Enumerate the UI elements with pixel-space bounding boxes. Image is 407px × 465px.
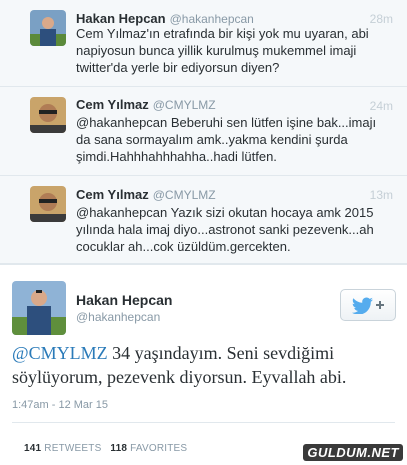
author-handle[interactable]: @CMYLMZ [153,98,216,112]
favorites-count: 118 [110,443,128,454]
author-handle[interactable]: @CMYLMZ [153,188,216,202]
favorites-label: FAVORITES [130,443,188,454]
tweet-timestamp[interactable]: 1:47am - 12 Mar 15 [12,399,108,411]
avatar[interactable] [30,97,66,133]
mention-link[interactable]: @CMYLMZ [12,343,108,363]
favorites-stat[interactable]: 118 FAVORITES [110,443,187,454]
retweets-label: RETWEETS [44,443,102,454]
main-tweet: Hakan Hepcan @hakanhepcan @CMYLMZ 34 yaş… [0,264,407,465]
tweet-time: 13m [369,188,393,202]
avatar[interactable] [30,186,66,222]
retweets-count: 141 [24,443,42,454]
retweets-stat[interactable]: 141 RETWEETS [24,443,101,454]
author-name[interactable]: Hakan Hepcan [76,292,172,308]
tweet-time: 24m [369,99,393,113]
tweet-header: Cem Yılmaz @CMYLMZ [76,187,216,202]
author-name[interactable]: Hakan Hepcan [76,11,166,26]
tweet-2[interactable]: Cem Yılmaz @CMYLMZ 24m @hakanhepcan Beber… [0,87,407,176]
avatar[interactable] [30,10,66,46]
author-handle[interactable]: @hakanhepcan [76,310,160,324]
author-name[interactable]: Cem Yılmaz [76,97,149,112]
tweet-text: @hakanhepcan Yazık sizi okutan hocaya am… [76,205,374,254]
author-name[interactable]: Cem Yılmaz [76,187,149,202]
tweet-header: Hakan Hepcan @hakanhepcan [76,11,254,26]
author-handle[interactable]: @hakanhepcan [170,12,254,26]
tweet-time: 28m [369,12,393,26]
main-tweet-text: @CMYLMZ 34 yaşındayım. Seni sevdiğimi sö… [12,341,397,389]
tweet-stats: 141 RETWEETS 118 FAVORITES [24,443,187,454]
avatar[interactable] [12,281,66,335]
divider [12,422,395,423]
follow-bird-plus-icon [352,297,384,314]
tweet-3[interactable]: Cem Yılmaz @CMYLMZ 13m @hakanhepcan Yazık… [0,176,407,264]
follow-button[interactable] [340,289,396,321]
tweet-header: Cem Yılmaz @CMYLMZ [76,97,216,112]
tweet-text: @hakanhepcan Beberuhi sen lütfen işine b… [76,115,377,164]
tweet-1[interactable]: Hakan Hepcan @hakanhepcan 28m Cem Yılmaz'… [0,0,407,87]
tweet-text: Cem Yılmaz'ın etrafında bir kişi yok mu … [76,26,369,75]
watermark: GULDUM.NET [303,444,403,461]
